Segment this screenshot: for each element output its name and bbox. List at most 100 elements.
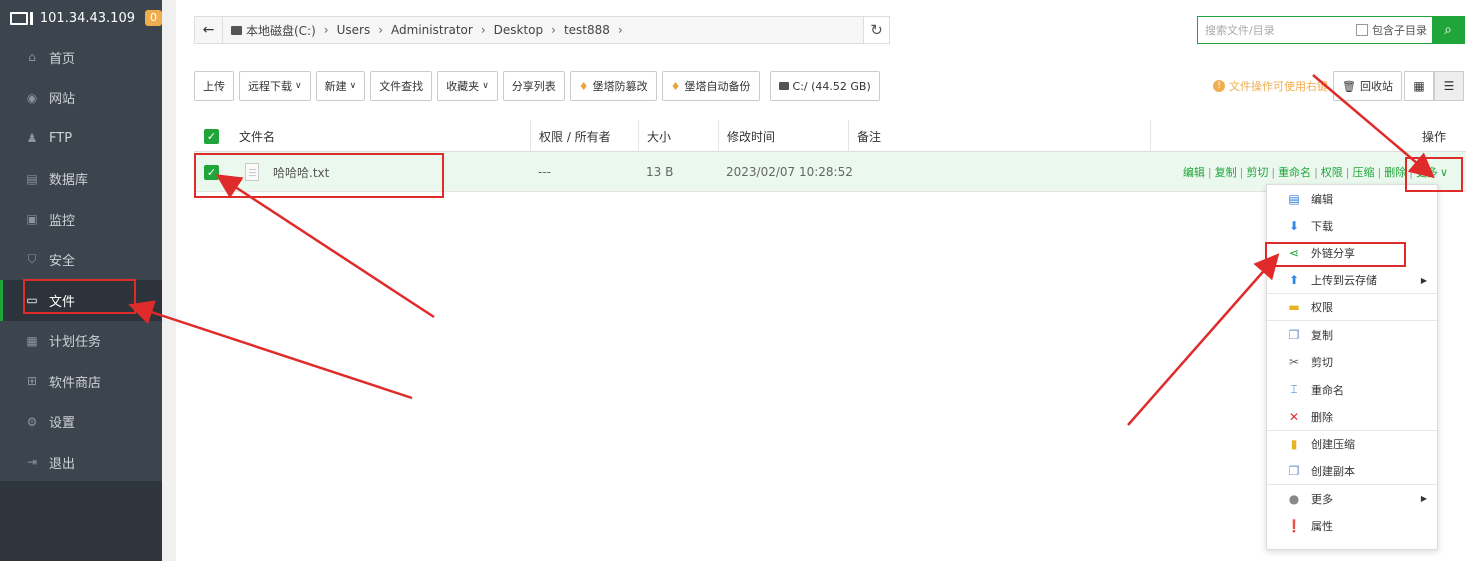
op-more-dropdown[interactable]: 更多 ∨ [1416,164,1448,180]
chevron-down-icon: ∨ [1439,166,1448,179]
disk-button[interactable]: C:/ (44.52 GB) [769,71,880,101]
remote-download-button[interactable]: 远程下载 ∨ [239,71,311,101]
sidebar-item-monitor[interactable]: ▣ 监控 [0,199,162,240]
op-permission[interactable]: 权限 [1321,164,1343,180]
size-cell: 13 B [646,165,674,179]
sidebar-item-home[interactable]: ⌂ 首页 [0,37,162,78]
new-button[interactable]: 新建 ∨ [315,71,366,101]
delete-icon: ✕ [1288,409,1300,424]
mtime-cell: 2023/02/07 10:28:52 [726,165,853,179]
sidebar-item-label: 网站 [49,92,76,108]
favorites-button[interactable]: 收藏夹 ∨ [437,71,498,101]
menu-item-cut[interactable]: ✂ 剪切 [1267,349,1437,376]
breadcrumb-administrator[interactable]: Administrator [391,23,473,37]
menu-item-properties[interactable]: ❗ 属性 [1267,513,1437,540]
menu-item-copy[interactable]: ❐ 复制 [1267,321,1437,348]
col-size[interactable]: 大小 [638,120,718,152]
sidebar-item-label: FTP [49,130,73,146]
upload-button[interactable]: 上传 [194,71,234,101]
menu-item-more[interactable]: ● 更多 ▶ [1267,485,1437,512]
server-header: 101.34.43.109 0 [0,0,162,36]
sidebar-item-label: 首页 [49,51,76,67]
calendar-icon: ▦ [26,333,38,348]
sidebar-item-cron[interactable]: ▦ 计划任务 [0,321,162,362]
search-button[interactable]: ⌕ [1432,16,1464,44]
chevron-right-icon: › [323,23,329,37]
search-input[interactable] [1198,17,1348,43]
info-icon: ! [1213,80,1225,92]
search-box: 包含子目录 ⌕ [1197,16,1465,44]
monitor-icon: ▣ [26,212,38,227]
sidebar-item-logout[interactable]: ⇥ 退出 [0,442,162,483]
grid-view-button[interactable]: ▦ [1404,71,1434,101]
sidebar-item-store[interactable]: ⊞ 软件商店 [0,361,162,402]
breadcrumb-drive[interactable]: 本地磁盘(C:) [231,22,316,39]
database-icon: ▤ [26,171,38,186]
list-icon: ☰ [1443,79,1455,93]
chevron-down-icon: ∨ [349,81,357,91]
op-cut[interactable]: 剪切 [1246,164,1268,180]
archive-icon: ▮ [1290,437,1298,452]
shield-icon: ⛉ [27,252,37,267]
menu-item-share-link[interactable]: ⋖ 外链分享 [1267,240,1437,267]
menu-item-cloud-upload[interactable]: ⬆ 上传到云存储 ▶ [1267,267,1437,295]
menu-item-permission[interactable]: ▬ 权限 [1267,294,1437,322]
sidebar-item-files[interactable]: ▭ 文件 [0,280,162,321]
drive-icon [778,82,789,90]
sidebar-item-settings[interactable]: ⚙ 设置 [0,402,162,443]
server-ip: 101.34.43.109 [39,10,135,26]
op-rename[interactable]: 重命名 [1278,164,1311,180]
menu-item-create-copy[interactable]: ❐ 创建副本 [1267,458,1437,486]
refresh-icon: ↻ [870,21,883,39]
recycle-bin-button[interactable]: 🗑 回收站 [1333,71,1402,101]
sidebar-item-ftp[interactable]: ♟ FTP [0,118,162,159]
menu-item-create-archive[interactable]: ▮ 创建压缩 [1267,431,1437,458]
breadcrumb-users[interactable]: Users [337,23,371,37]
select-all-checkbox[interactable]: ✓ [204,128,219,144]
menu-item-delete[interactable]: ✕ 删除 [1267,403,1437,431]
trash-icon: 🗑 [1342,79,1356,93]
op-edit[interactable]: 编辑 [1183,164,1205,180]
tamper-proof-button[interactable]: ♦ 堡塔防篡改 [569,71,657,101]
sidebar-item-label: 安全 [49,254,76,270]
sidebar-footer [0,481,162,561]
col-mtime[interactable]: 修改时间 [718,120,848,152]
file-search-button[interactable]: 文件查找 [370,71,433,101]
breadcrumb-desktop[interactable]: Desktop [494,23,544,37]
chevron-right-icon: › [480,23,486,37]
rename-icon: ⌶ [1290,382,1298,397]
menu-item-rename[interactable]: ⌶ 重命名 [1267,376,1437,403]
sidebar: 101.34.43.109 0 ⌂ 首页 ◉ 网站 ♟ FTP ▤ 数据库 ▣ 监控 ⛉ 安… [0,0,162,561]
chevron-right-icon: › [551,23,556,37]
col-perm: 权限 / 所有者 [530,120,638,152]
list-view-button[interactable]: ☰ [1434,71,1464,101]
sidebar-item-security[interactable]: ⛉ 安全 [0,240,162,281]
op-copy[interactable]: 复制 [1215,164,1237,180]
sidebar-item-database[interactable]: ▤ 数据库 [0,159,162,200]
back-button[interactable]: ← [195,17,223,43]
menu-item-download[interactable]: ⬇ 下载 [1267,212,1437,239]
logout-icon: ⇥ [26,455,38,470]
share-list-button[interactable]: 分享列表 [502,71,565,101]
refresh-button[interactable]: ↻ [863,17,889,43]
drive-icon [231,25,242,35]
notification-badge[interactable]: 0 [145,10,162,26]
auto-backup-button[interactable]: ♦ 堡塔自动备份 [661,71,760,101]
menu-item-edit[interactable]: ▤ 编辑 [1267,185,1437,212]
sidebar-item-website[interactable]: ◉ 网站 [0,78,162,119]
perm-cell[interactable]: --- [538,152,551,192]
gem-icon: ♦ [578,79,589,93]
gem-icon: ♦ [670,79,681,93]
more-dropdown-menu: ▤ 编辑 ⬇ 下载 ⋖ 外链分享 ⬆ 上传到云存储 ▶ ▬ 权限 ❐ 复制 ✂ 剪切 ⌶ 重命名 … [1266,184,1438,550]
duplicate-icon: ❐ [1288,464,1300,479]
col-name[interactable]: 文件名 [239,120,275,152]
op-compress[interactable]: 压缩 [1353,164,1375,180]
file-name-cell[interactable]: 哈哈哈.txt [245,152,329,192]
home-icon: ⌂ [28,50,36,65]
breadcrumb-test888[interactable]: test888 [564,23,610,37]
include-subdir-checkbox[interactable]: 包含子目录 [1356,22,1427,38]
op-delete[interactable]: 删除 [1384,164,1406,180]
row-checkbox[interactable]: ✓ [204,164,219,180]
arrow-left-icon: ← [202,22,215,38]
path-bar: ← 本地磁盘(C:) › Users › Administrator › Des… [194,16,890,44]
